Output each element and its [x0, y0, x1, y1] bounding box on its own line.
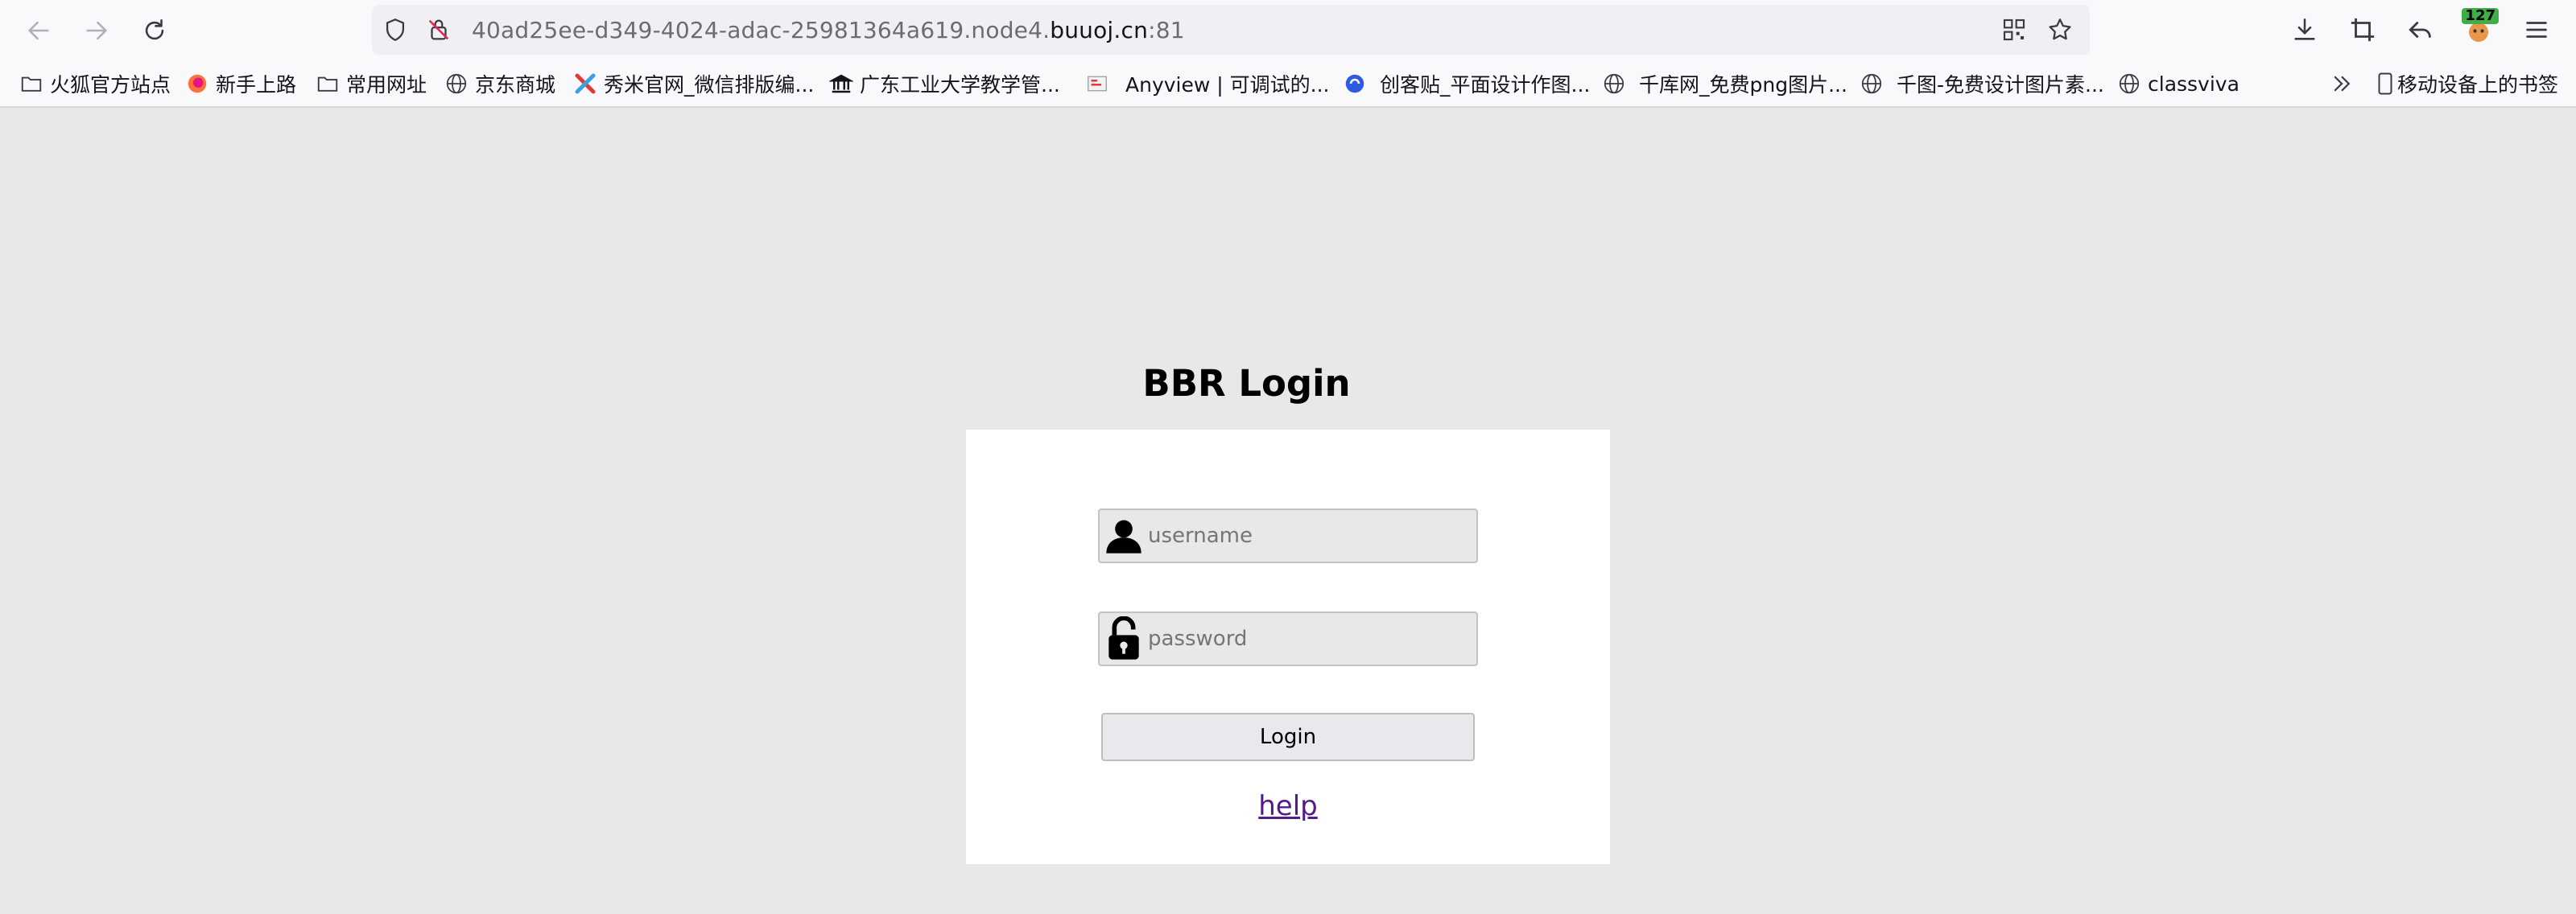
extension-button[interactable]: 127 [2460, 8, 2499, 48]
reload-icon [145, 19, 164, 40]
bookmark-item[interactable]: 秀米官网_微信排版编... [573, 69, 814, 98]
user-icon [1100, 510, 1148, 562]
globe-icon [444, 72, 469, 96]
hamburger-menu-icon [2526, 22, 2547, 38]
downloads-button[interactable] [2286, 11, 2323, 48]
folder-icon [19, 72, 43, 96]
login-card: Login help [966, 430, 1610, 864]
url-bar[interactable]: 40ad25ee-d349-4024-adac-25981364a619.nod… [372, 5, 2090, 55]
padlock-icon [1100, 613, 1148, 665]
folder-icon [316, 72, 340, 96]
bookmarks-bar: 火狐官方站点 新手上路 常用网址 京东商城 秀米官网_微信排版编... 广东工业… [0, 60, 2576, 108]
mobile-bookmarks-label: 移动设备上的书签 [2397, 73, 2559, 97]
bookmark-item[interactable]: 火狐官方站点 [19, 69, 171, 98]
bookmark-label: 京东商城 [475, 73, 556, 97]
bookmark-label: 新手上路 [216, 73, 297, 97]
shield-icon[interactable] [382, 16, 409, 47]
bookmark-item[interactable]: 京东商城 [444, 69, 555, 98]
bookmark-label: classviva [2148, 72, 2240, 96]
url-text[interactable]: 40ad25ee-d349-4024-adac-25981364a619.nod… [472, 17, 1185, 43]
bookmark-item[interactable]: 广东工业大学教学管... [829, 69, 1060, 98]
url-host: buuoj.cn [1050, 16, 1149, 43]
anyview-icon [1085, 72, 1109, 96]
double-chevron-right-icon [2334, 76, 2351, 92]
bookmark-label: 秀米官网_微信排版编... [604, 73, 815, 97]
password-input[interactable] [1148, 615, 1470, 663]
mobile-device-icon [2376, 72, 2394, 96]
arrow-right-icon [86, 21, 108, 40]
firefox-icon [185, 72, 209, 96]
username-input[interactable] [1148, 512, 1470, 560]
browser-toolbar: 40ad25ee-d349-4024-adac-25981364a619.nod… [0, 0, 2576, 60]
login-button[interactable]: Login [1101, 713, 1475, 761]
url-port: :81 [1148, 16, 1185, 43]
bookmark-item[interactable]: 千图-免费设计图片素... [1860, 69, 2104, 98]
bookmark-label: 千图-免费设计图片素... [1897, 73, 2104, 97]
undo-button[interactable] [2402, 11, 2439, 48]
username-field[interactable] [1098, 508, 1478, 563]
extension-badge: 127 [2462, 8, 2499, 24]
menu-button[interactable] [2518, 11, 2555, 48]
bookmark-label: Anyview | 可调试的... [1125, 73, 1330, 97]
undo-arrow-icon [2409, 22, 2431, 38]
bank-icon [829, 72, 853, 96]
bookmark-label: 常用网址 [346, 73, 427, 97]
xiumi-icon [573, 72, 597, 96]
screenshot-button[interactable] [2344, 11, 2381, 48]
page-title: BBR Login [1142, 362, 1351, 405]
bookmarks-overflow-button[interactable] [2330, 69, 2354, 98]
insecure-lock-icon[interactable] [425, 16, 452, 47]
bookmark-item[interactable]: 新手上路 [185, 69, 296, 98]
globe-icon [2117, 72, 2141, 96]
help-link[interactable]: help [966, 790, 1610, 822]
globe-icon [1602, 72, 1626, 96]
mobile-bookmarks[interactable]: 移动设备上的书签 [2376, 69, 2558, 98]
bookmark-label: 广东工业大学教学管... [860, 73, 1060, 97]
forward-button[interactable] [79, 13, 114, 48]
password-field[interactable] [1098, 611, 1478, 666]
bookmark-item[interactable]: 千库网_免费png图片... [1602, 69, 1847, 98]
back-button[interactable] [21, 13, 56, 48]
qr-code-icon[interactable] [2001, 17, 2027, 46]
download-icon [2294, 18, 2315, 40]
chuangkit-icon [1343, 72, 1367, 96]
bookmark-item[interactable]: Anyview | 可调试的... [1085, 69, 1329, 98]
arrow-left-icon [27, 21, 49, 40]
bookmark-item[interactable]: 常用网址 [316, 69, 427, 98]
bookmark-label: 火狐官方站点 [50, 73, 171, 97]
globe-icon [1860, 72, 1884, 96]
reload-button[interactable] [137, 13, 172, 48]
page-content: BBR Login Login help [0, 109, 2576, 914]
bookmark-label: 千库网_免费png图片... [1639, 73, 1847, 97]
bookmark-item[interactable]: classviva [2117, 69, 2240, 98]
bookmark-label: 创客贴_平面设计作图... [1380, 73, 1591, 97]
star-icon[interactable] [2046, 16, 2074, 47]
bookmark-item[interactable]: 创客贴_平面设计作图... [1343, 69, 1590, 98]
url-prefix: 40ad25ee-d349-4024-adac-25981364a619.nod… [472, 16, 1051, 43]
crop-icon [2351, 18, 2375, 42]
